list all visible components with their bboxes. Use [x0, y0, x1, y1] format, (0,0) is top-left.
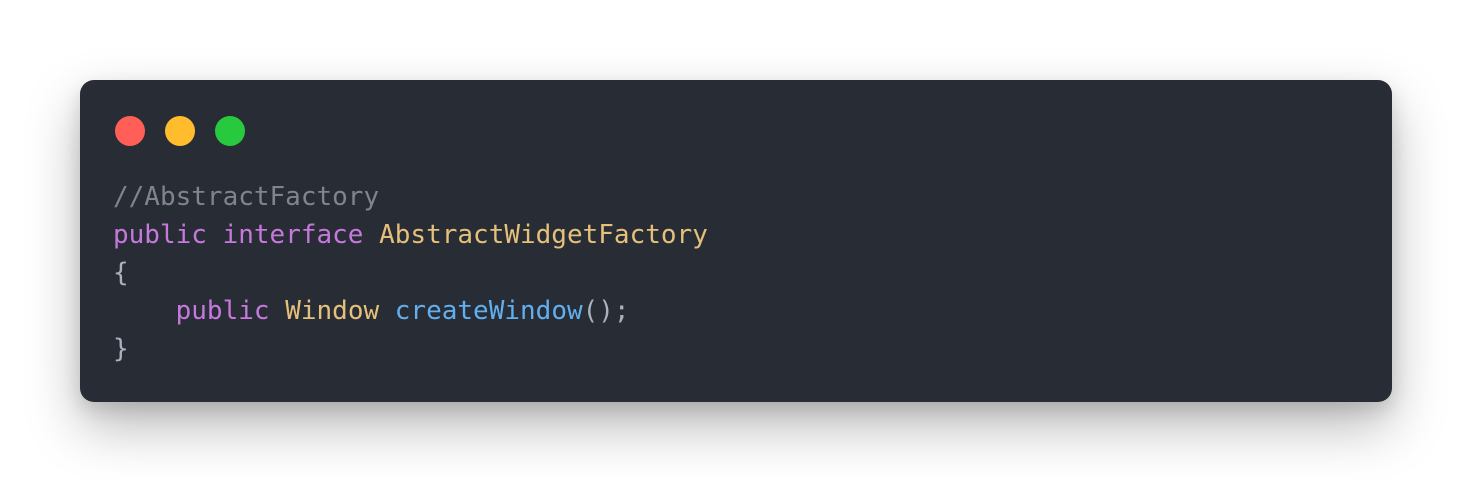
- code-window: //AbstractFactory public interface Abstra…: [80, 80, 1392, 402]
- close-dot-icon[interactable]: [115, 116, 145, 146]
- code-block: //AbstractFactory public interface Abstra…: [113, 178, 708, 368]
- window-controls: [115, 116, 245, 146]
- code-punctuation: ();: [582, 296, 630, 326]
- code-line-4: public Window createWindow();: [113, 292, 708, 330]
- code-line-5: }: [113, 330, 708, 368]
- code-type-name: AbstractWidgetFactory: [379, 220, 708, 250]
- code-comment: //AbstractFactory: [113, 182, 380, 212]
- code-line-1: //AbstractFactory: [113, 178, 708, 216]
- code-keyword: public: [175, 296, 270, 326]
- code-line-2: public interface AbstractWidgetFactory: [113, 216, 708, 254]
- maximize-dot-icon[interactable]: [215, 116, 245, 146]
- code-keyword: interface: [222, 220, 364, 250]
- code-keyword: public: [113, 220, 207, 250]
- code-type-name: Window: [285, 296, 380, 326]
- code-punctuation: }: [113, 334, 129, 364]
- code-line-3: {: [113, 254, 708, 292]
- code-punctuation: {: [113, 258, 129, 288]
- minimize-dot-icon[interactable]: [165, 116, 195, 146]
- code-function-name: createWindow: [394, 296, 583, 326]
